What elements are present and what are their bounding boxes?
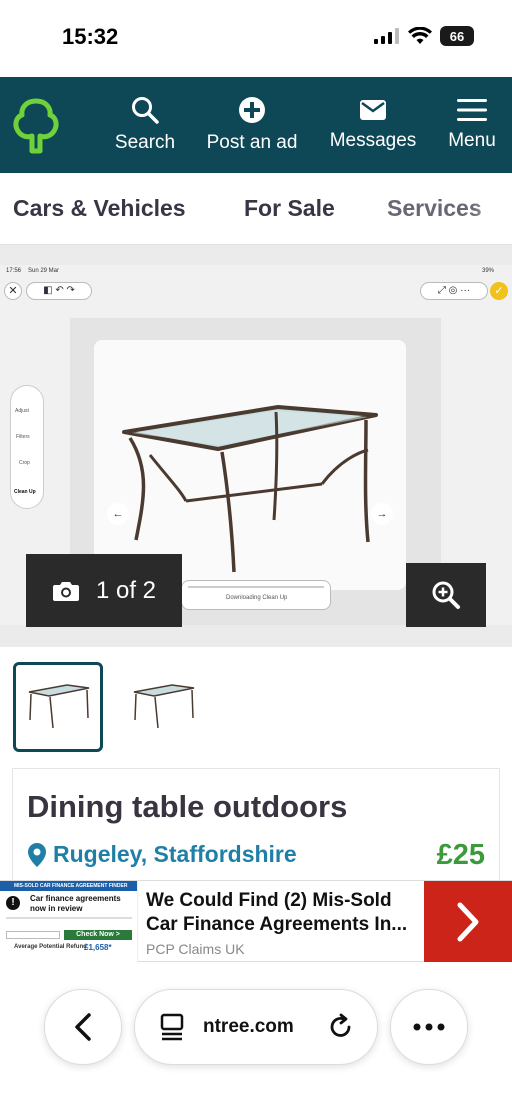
nav-search-label: Search [114, 132, 176, 153]
listing-card: Dining table outdoors Rugeley, Staffords… [12, 768, 500, 880]
alert-icon: ! [6, 896, 20, 910]
menu-icon [457, 99, 487, 121]
nav-messages[interactable]: Messages [324, 77, 422, 173]
advertisement[interactable]: MIS-SOLD CAR FINANCE AGREEMENT FINDER ! … [0, 880, 512, 963]
url-text: ntree.com [203, 1016, 294, 1037]
battery-icon: 66 [440, 26, 474, 46]
image-gallery[interactable]: 17:56 Sun 29 Mar 39% ✕ ◧ ↶ ↷ ⤢ ◎ ··· ✓ A… [0, 245, 512, 647]
ad-thumb-refund-label: Average Potential Refund: [14, 944, 89, 950]
chevron-right-icon [457, 902, 479, 942]
location-pin-icon [28, 842, 46, 867]
category-services[interactable]: Services [387, 195, 482, 222]
nav-search[interactable]: Search [108, 77, 182, 173]
camera-icon [52, 581, 79, 601]
photo-tool-adjust: Adjust [15, 408, 29, 414]
thumbnail-strip [0, 647, 512, 767]
photo-close-icon: ✕ [4, 282, 22, 300]
plus-icon [239, 97, 265, 123]
photo-tool-filters: Filters [16, 434, 30, 440]
photo-done-icon: ✓ [490, 282, 508, 300]
thumbnail-1[interactable] [13, 662, 103, 752]
ad-thumb-heading: Car finance agreements now in review [30, 894, 121, 913]
listing-title: Dining table outdoors [27, 789, 348, 824]
nav-menu[interactable]: Menu [442, 77, 502, 173]
zoom-button[interactable] [406, 563, 486, 627]
table-image [122, 405, 378, 573]
browser-back-button[interactable] [44, 989, 122, 1065]
photo-edit-toolbar: ◧ ↶ ↷ [26, 282, 92, 300]
ad-thumbnail: MIS-SOLD CAR FINANCE AGREEMENT FINDER ! … [0, 881, 138, 963]
site-header: Search Post an ad Messages Menu [0, 77, 512, 173]
listing-location[interactable]: Rugeley, Staffordshire [27, 841, 297, 868]
photo-top-tools: ⤢ ◎ ··· [420, 282, 488, 300]
image-counter: 1 of 2 [26, 554, 182, 627]
category-for-sale[interactable]: For Sale [244, 195, 335, 222]
cellular-signal-icon [374, 28, 399, 44]
nav-post-ad[interactable]: Post an ad [200, 77, 304, 173]
photo-downloading-text: Downloading Clean Up [226, 595, 288, 601]
wifi-icon [408, 27, 432, 44]
browser-toolbar: ntree.com [0, 962, 512, 1109]
mail-icon [360, 100, 386, 120]
ad-thumb-check-button: Check Now > [64, 930, 132, 940]
photo-next-arrow-icon: → [371, 503, 393, 525]
ad-thumb-banner: MIS-SOLD CAR FINANCE AGREEMENT FINDER [14, 883, 128, 889]
photo-status-time: 17:56 [6, 268, 22, 274]
photo-tool-clean-up: Clean Up [14, 489, 36, 495]
tree-icon[interactable] [12, 97, 60, 155]
photo-status-battery: 39% [481, 268, 494, 274]
table-thumbnail-image [133, 684, 195, 729]
zoom-in-icon [432, 581, 460, 609]
chevron-left-icon [75, 1013, 91, 1041]
thumbnail-2[interactable] [118, 662, 208, 752]
listing-price: £25 [436, 839, 485, 871]
category-bar: Cars & Vehicles For Sale Services [0, 173, 512, 245]
ad-thumb-refund-value: £1,658* [84, 943, 112, 952]
photo-prev-arrow-icon: ← [107, 503, 129, 525]
reload-icon[interactable] [327, 1013, 355, 1041]
ad-source: PCP Claims UK [146, 941, 245, 957]
nav-messages-label: Messages [329, 130, 417, 151]
image-counter-text: 1 of 2 [95, 576, 157, 604]
page-menu-icon [160, 1013, 184, 1041]
category-cars-vehicles[interactable]: Cars & Vehicles [13, 195, 186, 222]
nav-menu-label: Menu [448, 130, 496, 151]
nav-post-ad-label: Post an ad [206, 132, 298, 153]
status-time: 15:32 [62, 24, 119, 49]
address-bar[interactable]: ntree.com [134, 989, 378, 1065]
browser-more-button[interactable] [390, 989, 468, 1065]
ad-headline[interactable]: We Could Find (2) Mis-Sold Car Finance A… [146, 889, 420, 937]
photo-tool-crop: Crop [19, 460, 30, 466]
ad-open-button[interactable] [424, 881, 512, 963]
table-thumbnail-image [28, 684, 90, 729]
photo-tool-sidebar: Adjust Filters Crop Clean Up [10, 385, 44, 509]
search-icon [132, 97, 159, 124]
more-dots-icon [413, 1023, 445, 1031]
photo-status-date: Sun 29 Mar [28, 268, 60, 274]
status-bar: 15:32 66 [0, 0, 512, 77]
listing-location-text: Rugeley, Staffordshire [53, 841, 297, 867]
